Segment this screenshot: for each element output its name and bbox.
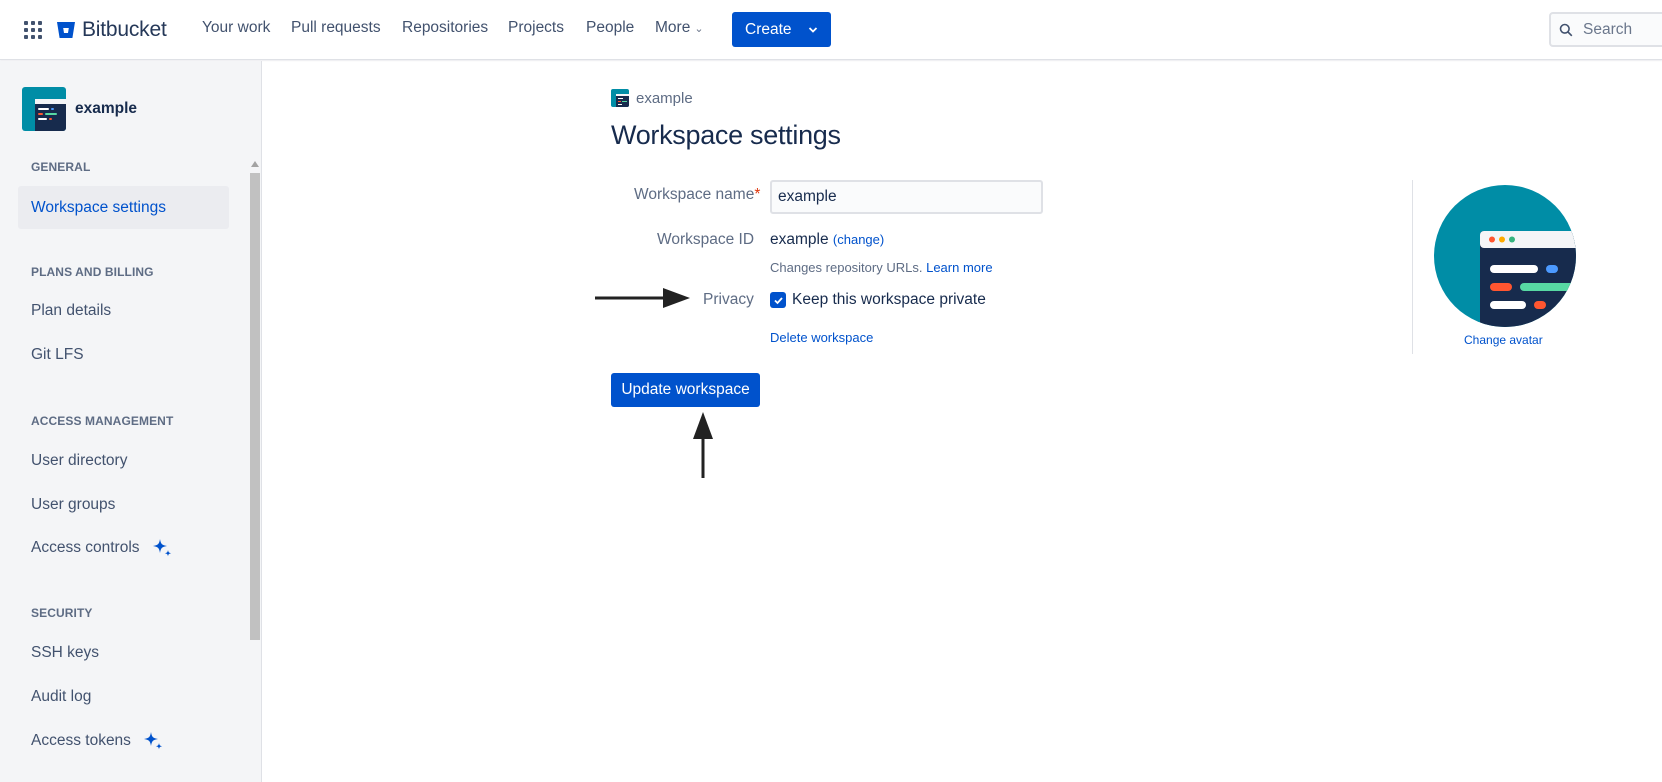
bitbucket-logo[interactable]: Bitbucket — [56, 18, 167, 42]
nav-repositories[interactable]: Repositories — [402, 19, 488, 37]
app-switcher-icon[interactable] — [24, 21, 42, 39]
change-id-link[interactable]: (change) — [833, 232, 884, 247]
breadcrumb-workspace-link[interactable]: example — [636, 90, 693, 107]
create-label: Create — [745, 20, 792, 38]
workspace-name-label: Workspace name* — [634, 186, 760, 204]
checkmark-icon — [773, 296, 783, 304]
sidebar-item-label: User groups — [31, 495, 116, 513]
sidebar-item-plan-details[interactable]: Plan details — [18, 289, 229, 332]
sidebar: example GENERAL Workspace settings PLANS… — [0, 61, 262, 782]
search-input[interactable] — [1583, 20, 1662, 39]
update-workspace-button[interactable]: Update workspace — [611, 373, 760, 407]
required-mark: * — [754, 186, 761, 203]
workspace-avatar — [22, 87, 66, 131]
section-title-plans-billing: PLANS AND BILLING — [31, 265, 154, 279]
workspace-id-label: Workspace ID — [657, 231, 755, 248]
create-button[interactable]: Create — [732, 12, 831, 47]
sidebar-item-git-lfs[interactable]: Git LFS — [18, 333, 229, 376]
sidebar-item-access-tokens[interactable]: Access tokens — [18, 719, 229, 762]
nav-more[interactable]: More ⌄ — [655, 19, 704, 37]
workspace-avatar-large[interactable] — [1434, 185, 1576, 327]
annotation-arrow-up-icon — [693, 412, 713, 478]
scrollbar-thumb[interactable] — [250, 173, 260, 640]
bitbucket-icon — [57, 22, 75, 38]
avatar-divider — [1412, 180, 1413, 354]
sidebar-item-label: Workspace settings — [31, 198, 166, 216]
section-title-security: SECURITY — [31, 606, 93, 620]
scroll-up-icon[interactable] — [251, 161, 259, 167]
workspace-name-input[interactable] — [770, 180, 1043, 214]
workspace-name-label-text: Workspace name — [634, 186, 755, 203]
workspace-name: example — [75, 100, 138, 117]
sidebar-item-label: Plan details — [31, 301, 112, 319]
sidebar-item-label: SSH keys — [31, 643, 100, 661]
workspace-avatar-small — [611, 89, 629, 107]
section-title-general: GENERAL — [31, 160, 91, 174]
annotation-arrow-right-icon — [595, 288, 690, 308]
nav-pull-requests[interactable]: Pull requests — [291, 19, 381, 37]
sparkle-icon — [152, 538, 171, 556]
nav-more-label: More — [655, 19, 691, 36]
sparkle-icon — [143, 731, 163, 749]
chevron-down-icon — [808, 26, 817, 33]
section-title-access-management: ACCESS MANAGEMENT — [31, 414, 174, 428]
workspace-id-text: example — [770, 231, 829, 248]
page-title: Workspace settings — [611, 120, 841, 150]
logo-text: Bitbucket — [82, 18, 167, 41]
sidebar-item-user-directory[interactable]: User directory — [18, 439, 229, 482]
sidebar-item-user-groups[interactable]: User groups — [18, 483, 229, 526]
sidebar-item-access-controls[interactable]: Access controls — [18, 526, 229, 569]
privacy-checkbox[interactable] — [770, 292, 786, 308]
helper-text: Changes repository URLs. — [770, 260, 923, 275]
search-box[interactable] — [1549, 12, 1662, 47]
sidebar-item-audit-log[interactable]: Audit log — [18, 675, 229, 718]
nav-projects[interactable]: Projects — [508, 19, 564, 37]
chevron-down-icon: ⌄ — [694, 23, 704, 35]
breadcrumb: example — [611, 89, 693, 107]
delete-workspace-link[interactable]: Delete workspace — [770, 330, 873, 345]
workspace-id-value: example (change) — [770, 231, 884, 249]
sidebar-item-label: Access tokens — [31, 731, 131, 749]
learn-more-link[interactable]: Learn more — [926, 260, 992, 275]
privacy-label: Privacy — [703, 291, 754, 308]
sidebar-item-label: Git LFS — [31, 345, 84, 363]
nav-your-work[interactable]: Your work — [202, 19, 270, 37]
sidebar-item-label: User directory — [31, 451, 128, 469]
top-navigation: Bitbucket Your work Pull requests Reposi… — [0, 0, 1662, 60]
workspace-id-helper: Changes repository URLs. Learn more — [770, 260, 993, 275]
change-avatar-link[interactable]: Change avatar — [1464, 333, 1543, 347]
sidebar-item-label: Audit log — [31, 687, 92, 705]
workspace-header[interactable]: example — [22, 87, 137, 131]
sidebar-item-label: Access controls — [31, 538, 140, 556]
nav-people[interactable]: People — [586, 19, 634, 37]
sidebar-item-ssh-keys[interactable]: SSH keys — [18, 631, 229, 674]
privacy-checkbox-label[interactable]: Keep this workspace private — [792, 291, 986, 309]
sidebar-item-workspace-settings[interactable]: Workspace settings — [18, 186, 229, 229]
search-icon — [1559, 23, 1573, 36]
sidebar-scrollbar[interactable] — [248, 161, 260, 782]
